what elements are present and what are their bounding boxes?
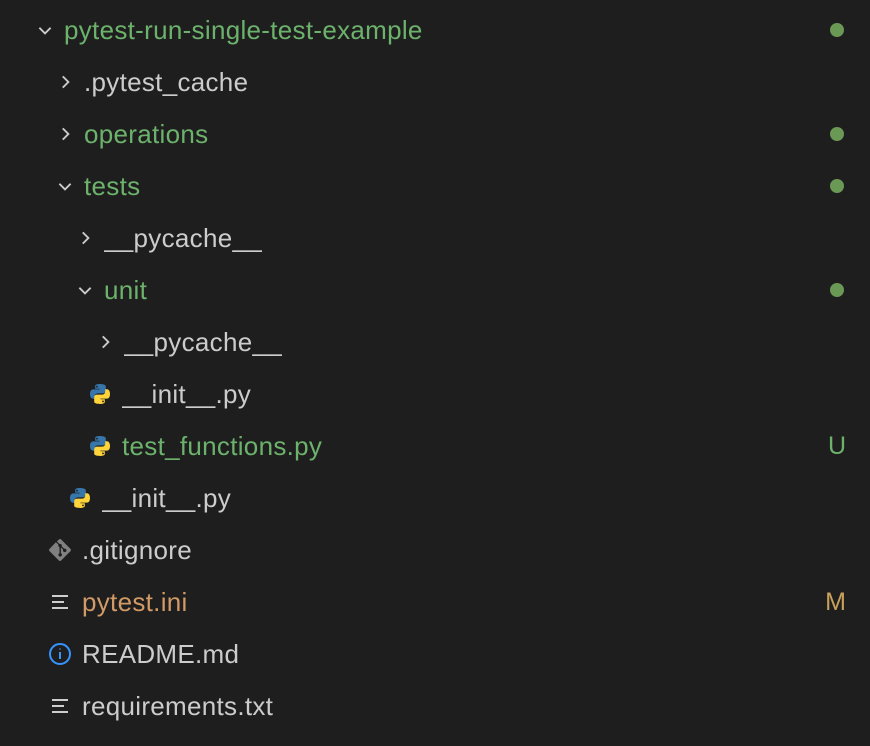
folder-label: __pycache__	[104, 223, 850, 254]
tree-item-pytest-ini[interactable]: pytest.ini M	[0, 576, 870, 628]
git-modified-dot	[830, 283, 844, 297]
text-file-icon	[48, 590, 72, 614]
text-file-icon	[48, 694, 72, 718]
chevron-down-icon	[34, 19, 56, 41]
folder-label: operations	[84, 119, 830, 150]
chevron-down-icon	[74, 279, 96, 301]
tree-item-readme[interactable]: README.md	[0, 628, 870, 680]
chevron-right-icon	[74, 227, 96, 249]
python-icon	[88, 382, 112, 406]
tree-item-unit[interactable]: unit	[0, 264, 870, 316]
tree-item-gitignore[interactable]: .gitignore	[0, 524, 870, 576]
folder-label: __pycache__	[124, 327, 850, 358]
tree-item-requirements[interactable]: requirements.txt	[0, 680, 870, 732]
folder-label: unit	[104, 275, 830, 306]
folder-label: pytest-run-single-test-example	[64, 15, 830, 46]
file-label: __init__.py	[102, 483, 850, 514]
git-icon	[48, 538, 72, 562]
file-label: test_functions.py	[122, 431, 828, 462]
git-modified-dot	[830, 23, 844, 37]
chevron-right-icon	[54, 123, 76, 145]
file-label: .gitignore	[82, 535, 850, 566]
info-icon	[48, 642, 72, 666]
chevron-right-icon	[54, 71, 76, 93]
git-modified-dot	[830, 179, 844, 193]
file-label: README.md	[82, 639, 850, 670]
tree-item-unit-init[interactable]: __init__.py	[0, 368, 870, 420]
tree-item-tests-init[interactable]: __init__.py	[0, 472, 870, 524]
tree-item-operations[interactable]: operations	[0, 108, 870, 160]
python-icon	[68, 486, 92, 510]
tree-item-unit-pycache[interactable]: __pycache__	[0, 316, 870, 368]
tree-item-tests[interactable]: tests	[0, 160, 870, 212]
tree-item-pytest-cache[interactable]: .pytest_cache	[0, 56, 870, 108]
tree-item-root[interactable]: pytest-run-single-test-example	[0, 4, 870, 56]
tree-item-test-functions[interactable]: test_functions.py U	[0, 420, 870, 472]
git-modified-dot	[830, 127, 844, 141]
folder-label: tests	[84, 171, 830, 202]
git-status-untracked: U	[828, 432, 846, 461]
folder-label: .pytest_cache	[84, 67, 850, 98]
file-label: __init__.py	[122, 379, 850, 410]
file-label: pytest.ini	[82, 587, 825, 618]
chevron-right-icon	[94, 331, 116, 353]
python-icon	[88, 434, 112, 458]
chevron-down-icon	[54, 175, 76, 197]
git-status-modified: M	[825, 588, 846, 617]
file-label: requirements.txt	[82, 691, 850, 722]
tree-item-tests-pycache[interactable]: __pycache__	[0, 212, 870, 264]
